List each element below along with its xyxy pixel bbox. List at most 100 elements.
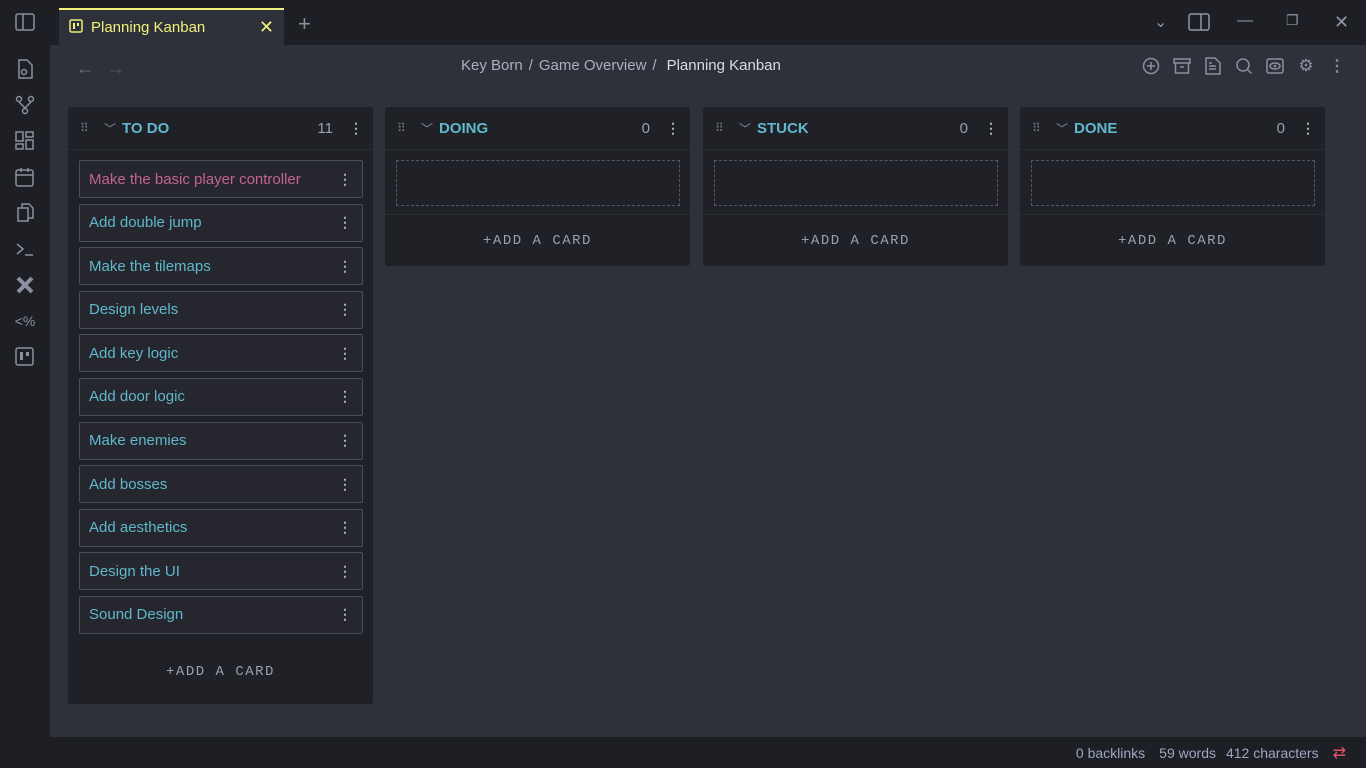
chevron-down-icon[interactable]: ﹀ — [739, 120, 751, 137]
card-title: Design the UI — [89, 562, 180, 580]
card-menu-icon[interactable]: ⋮ — [338, 519, 352, 536]
lane-title[interactable]: DONE — [1074, 120, 1117, 137]
card[interactable]: Make the basic player controller ⋮ — [79, 160, 363, 198]
card-title: Sound Design — [89, 606, 184, 624]
tools-icon[interactable] — [14, 274, 36, 296]
lane-menu-icon[interactable]: ⋮ — [984, 120, 998, 137]
lane-title[interactable]: DOING — [439, 120, 488, 137]
card-menu-icon[interactable]: ⋮ — [338, 171, 352, 188]
card[interactable]: Design the UI ⋮ — [79, 552, 363, 591]
view-mode-icon[interactable] — [1266, 56, 1284, 76]
chevron-down-icon[interactable]: ﹀ — [1056, 120, 1068, 137]
drag-handle-icon[interactable]: ⠿ — [397, 121, 413, 135]
card-menu-icon[interactable]: ⋮ — [338, 476, 352, 493]
card[interactable]: Design levels ⋮ — [79, 290, 363, 329]
card-menu-icon[interactable]: ⋮ — [338, 432, 352, 449]
card-menu-icon[interactable]: ⋮ — [338, 345, 352, 362]
card[interactable]: Make the tilemaps ⋮ — [79, 247, 363, 286]
search-file-icon[interactable] — [14, 58, 36, 80]
card[interactable]: Add key logic ⋮ — [79, 334, 363, 373]
drag-handle-icon[interactable]: ⠿ — [715, 121, 731, 135]
card-menu-icon[interactable]: ⋮ — [338, 258, 352, 275]
drag-handle-icon[interactable]: ⠿ — [1032, 121, 1048, 135]
terminal-icon[interactable] — [14, 238, 36, 260]
gear-icon[interactable]: ⚙ — [1297, 56, 1315, 76]
lane-todo: ⠿ ﹀ TO DO 11 ⋮ Make the basic player control… — [68, 107, 373, 704]
add-card-button[interactable]: +ADD A CARD — [703, 214, 1008, 266]
lane-count: 0 — [959, 119, 968, 137]
chevron-down-icon[interactable]: ﹀ — [104, 120, 116, 137]
search-icon[interactable] — [1235, 56, 1253, 76]
status-bar: 0 backlinks 59 words 412 characters ⇄ — [50, 737, 1366, 768]
add-card-button[interactable]: +ADD A CARD — [68, 640, 373, 704]
sync-disabled-icon[interactable]: ⇄ — [1333, 743, 1346, 763]
card[interactable]: Add door logic ⋮ — [79, 377, 363, 416]
kanban-icon — [69, 18, 83, 37]
card-list: Make the basic player controller ⋮ Add do… — [68, 150, 373, 634]
card-title: Add door logic — [89, 388, 185, 406]
card[interactable]: Make enemies ⋮ — [79, 421, 363, 460]
card[interactable]: Add aesthetics ⋮ — [79, 508, 363, 547]
dashboard-icon[interactable] — [14, 130, 36, 152]
card-title: Make the tilemaps — [89, 257, 211, 275]
card[interactable]: Add bosses ⋮ — [79, 465, 363, 504]
lane-menu-icon[interactable]: ⋮ — [1301, 120, 1315, 137]
graph-icon[interactable] — [14, 94, 36, 116]
breadcrumb-game-overview[interactable]: Game Overview — [539, 57, 647, 74]
restore-icon[interactable]: ❐ — [1286, 12, 1299, 29]
add-card-button[interactable]: +ADD A CARD — [1020, 214, 1325, 266]
lane-done: ⠿ ﹀ DONE 0 ⋮ +ADD A CARD — [1020, 107, 1325, 266]
card[interactable]: Add double jump ⋮ — [79, 203, 363, 242]
word-count: 59 words — [1159, 744, 1216, 761]
card-menu-icon[interactable]: ⋮ — [338, 563, 352, 580]
card-menu-icon[interactable]: ⋮ — [338, 301, 352, 318]
drag-handle-icon[interactable]: ⠿ — [80, 121, 96, 135]
sidebar-toggle-icon[interactable] — [14, 11, 36, 33]
left-ribbon: <% — [0, 0, 50, 768]
card-menu-icon[interactable]: ⋮ — [338, 214, 352, 231]
tab-list-chevron-icon[interactable]: ⌄ — [1154, 12, 1167, 32]
breadcrumb: Key Born / Game Overview / Planning Kanban — [461, 57, 787, 74]
close-window-icon[interactable]: ✕ — [1334, 12, 1349, 33]
breadcrumb-key-born[interactable]: Key Born — [461, 57, 523, 74]
card[interactable]: Sound Design ⋮ — [79, 595, 363, 634]
templater-icon[interactable]: <% — [14, 310, 36, 332]
kanban-icon[interactable] — [14, 346, 36, 368]
card-title: Add double jump — [89, 214, 202, 232]
lane-menu-icon[interactable]: ⋮ — [666, 120, 680, 137]
lane-title[interactable]: TO DO — [122, 120, 169, 137]
more-options-icon[interactable]: ⋮ — [1328, 56, 1346, 76]
lane-menu-icon[interactable]: ⋮ — [349, 120, 363, 137]
backlinks-count[interactable]: 0 backlinks — [1076, 745, 1145, 761]
lane-count: 11 — [317, 119, 333, 137]
archive-icon[interactable] — [1173, 56, 1191, 76]
character-count: 412 characters — [1225, 744, 1319, 761]
breadcrumb-separator: / — [652, 57, 657, 74]
lane-stuck: ⠿ ﹀ STUCK 0 ⋮ +ADD A CARD — [703, 107, 1008, 266]
empty-drop-zone — [714, 160, 998, 206]
minimize-icon[interactable]: — — [1237, 12, 1253, 30]
calendar-icon[interactable] — [14, 166, 36, 188]
forward-arrow-icon[interactable]: → — [107, 58, 125, 79]
card-menu-icon[interactable]: ⋮ — [338, 606, 352, 623]
card-title: Add key logic — [89, 344, 179, 362]
chevron-down-icon[interactable]: ﹀ — [421, 120, 433, 137]
card-title: Add aesthetics — [89, 519, 188, 537]
view-toolbar: ⚙ ⋮ — [1142, 56, 1346, 76]
add-list-icon[interactable] — [1142, 56, 1160, 76]
new-tab-button[interactable]: + — [298, 11, 311, 37]
tab-planning-kanban[interactable]: Planning Kanban ✕ — [59, 8, 284, 45]
lane-count: 0 — [641, 119, 650, 137]
tab-title: Planning Kanban — [91, 19, 206, 36]
close-tab-icon[interactable]: ✕ — [259, 17, 274, 38]
right-sidebar-toggle-icon[interactable] — [1188, 13, 1210, 36]
card-title: Make enemies — [89, 432, 187, 450]
back-arrow-icon[interactable]: ← — [76, 58, 94, 79]
card-menu-icon[interactable]: ⋮ — [338, 388, 352, 405]
empty-drop-zone — [396, 160, 680, 206]
markdown-file-icon[interactable] — [1204, 56, 1222, 76]
kanban-view: ← → Key Born / Game Overview / Planning Kanb… — [50, 45, 1366, 737]
copy-icon[interactable] — [14, 202, 36, 224]
add-card-button[interactable]: +ADD A CARD — [385, 214, 690, 266]
lane-title[interactable]: STUCK — [757, 120, 809, 137]
